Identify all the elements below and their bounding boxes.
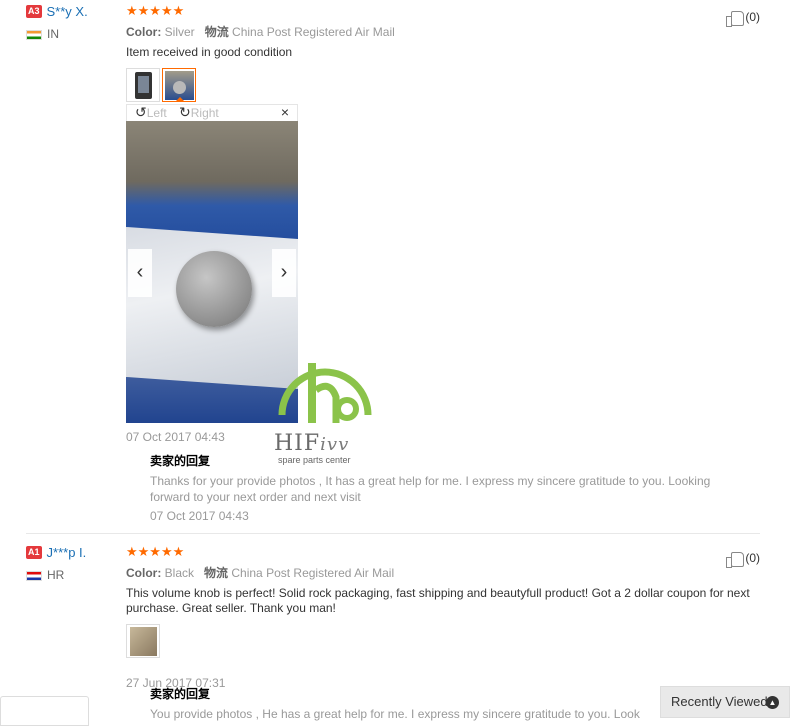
recently-viewed-label: Recently Viewed	[671, 694, 768, 709]
reviewer-country: HR	[26, 568, 121, 582]
helpful-count: (0)	[745, 551, 760, 565]
flag-icon	[26, 30, 42, 41]
rotate-right-button[interactable]: ↻Right	[179, 105, 219, 121]
rotate-left-icon: ↺	[135, 104, 147, 120]
reviewer-name[interactable]: J***p I.	[47, 545, 87, 560]
next-photo-button[interactable]: ›	[272, 249, 296, 297]
review-content: ★★★★★ Color: Black 物流 China Post Register…	[126, 545, 766, 690]
rotate-left-button[interactable]: ↺Left	[135, 105, 167, 121]
review-text: Item received in good condition	[126, 45, 293, 59]
recently-viewed-bar[interactable]: Recently Viewed ▲	[660, 686, 790, 718]
review-text: This volume knob is perfect! Solid rock …	[126, 586, 750, 615]
reviewer-country: IN	[26, 27, 121, 41]
review-date: 07 Oct 2017 04:43	[126, 430, 225, 444]
star-rating: ★★★★★	[126, 544, 185, 559]
close-icon[interactable]: ×	[281, 105, 289, 120]
review-photos	[126, 68, 766, 102]
buyer-level-badge: A3	[26, 5, 42, 19]
country-code: IN	[47, 27, 59, 42]
photo-thumbnail-selected[interactable]	[162, 68, 196, 102]
review-attributes: Color: Silver 物流 China Post Registered Ai…	[126, 23, 766, 40]
chevron-up-icon[interactable]: ▲	[766, 696, 779, 709]
rotate-right-icon: ↻	[179, 104, 191, 120]
star-rating: ★★★★★	[126, 3, 185, 18]
reviewer-name[interactable]: S**y X.	[47, 4, 88, 19]
knob-image	[176, 251, 252, 327]
reviewer-info: A1 J***p I. HR	[26, 545, 121, 582]
watermark-logo: HIFivv spare parts center	[270, 345, 380, 465]
helpful-count: (0)	[745, 10, 760, 24]
flag-icon	[26, 571, 42, 582]
prev-photo-button[interactable]: ‹	[128, 249, 152, 297]
shipping-label: 物流	[204, 25, 229, 39]
viewer-toolbar: ↺Left ↻Right ×	[126, 104, 298, 121]
bottom-left-tab[interactable]	[0, 696, 89, 726]
review-attributes: Color: Black 物流 China Post Registered Air…	[126, 564, 766, 581]
review-photos	[126, 624, 766, 658]
color-label: Color:	[126, 25, 162, 39]
photo-thumbnail[interactable]	[126, 624, 160, 658]
color-value: Black	[164, 566, 195, 580]
buyer-level-badge: A1	[26, 546, 42, 560]
review-divider	[26, 533, 760, 534]
reviewer-info: A3 S**y X. IN	[26, 4, 121, 41]
color-label: Color:	[126, 566, 162, 580]
helpful-vote[interactable]: (0)	[726, 551, 760, 569]
photo-thumbnail[interactable]	[126, 68, 160, 102]
shipping-value: China Post Registered Air Mail	[232, 25, 395, 39]
shipping-label: 物流	[204, 566, 229, 580]
seller-reply: 卖家的回复 Thanks for your provide photos , I…	[150, 452, 750, 523]
thumbs-up-icon[interactable]	[726, 551, 745, 569]
shipping-value: China Post Registered Air Mail	[231, 566, 395, 580]
review-content: ★★★★★ Color: Silver 物流 China Post Registe…	[126, 4, 766, 102]
thumbs-up-icon[interactable]	[726, 10, 745, 28]
seller-reply-text: Thanks for your provide photos , It has …	[150, 474, 711, 504]
seller-reply-date: 07 Oct 2017 04:43	[150, 509, 249, 523]
country-code: HR	[47, 568, 65, 583]
seller-reply-title: 卖家的回复	[150, 454, 211, 468]
helpful-vote[interactable]: (0)	[726, 10, 760, 28]
color-value: Silver	[164, 25, 195, 39]
